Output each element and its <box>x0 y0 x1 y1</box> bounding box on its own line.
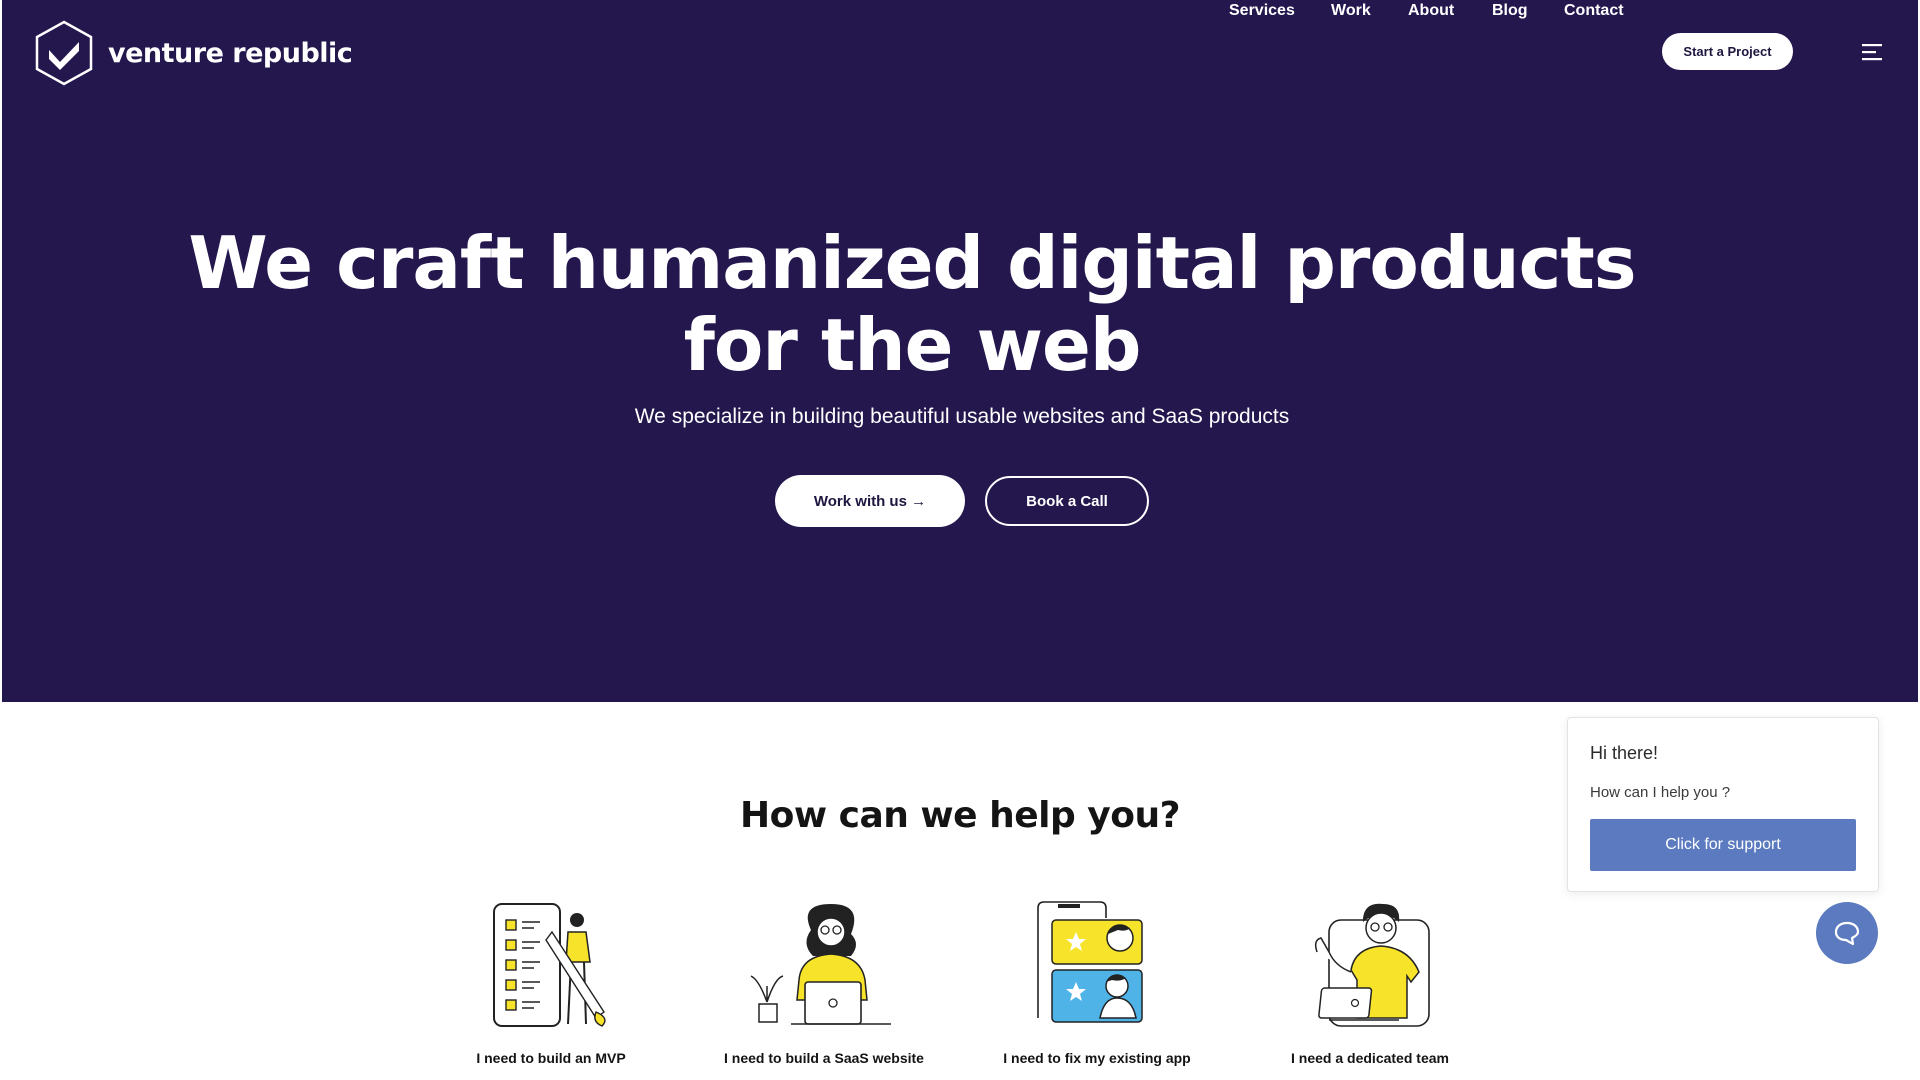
nav-blog[interactable]: Blog <box>1492 2 1528 20</box>
nav-about[interactable]: About <box>1408 2 1454 20</box>
hero-title: We craft humanized digital products for … <box>2 222 1822 386</box>
nav-services[interactable]: Services <box>1229 2 1295 20</box>
help-card-dedicated-team[interactable]: I need a dedicated team <box>1240 900 1500 1066</box>
nav-contact[interactable]: Contact <box>1564 2 1624 20</box>
help-card-label: I need to fix my existing app <box>1003 1050 1191 1066</box>
help-card-label: I need to build an MVP <box>476 1050 626 1066</box>
chat-greeting: Hi there! <box>1590 743 1659 763</box>
hamburger-icon[interactable] <box>1860 42 1884 62</box>
hero-section: venture republic Services Work About Blo… <box>2 0 1918 702</box>
review-stars-illustration-icon <box>1037 901 1143 1023</box>
start-project-button[interactable]: Start a Project <box>1662 33 1793 70</box>
chat-question: How can I help you ? <box>1590 784 1731 801</box>
laptop-woman-illustration-icon <box>750 904 891 1025</box>
team-member-illustration-icon <box>1314 903 1430 1027</box>
brand-name: venture republic <box>108 37 353 69</box>
hero-subtitle: We specialize in building beautiful usab… <box>634 405 1290 428</box>
chat-popup: Hi there! How can I help you ? Click for… <box>1567 717 1879 892</box>
chat-bubble-icon <box>1834 921 1860 946</box>
work-with-us-button[interactable]: Work with us → <box>775 475 965 527</box>
help-card-fix-app[interactable]: I need to fix my existing app <box>967 900 1227 1066</box>
book-a-call-button[interactable]: Book a Call <box>985 476 1149 526</box>
help-card-mvp[interactable]: I need to build an MVP <box>421 900 681 1066</box>
mvp-illustration-icon <box>493 903 606 1027</box>
help-card-label: I need to build a SaaS website <box>724 1050 924 1066</box>
help-card-saas[interactable]: I need to build a SaaS website <box>694 900 954 1066</box>
help-card-label: I need a dedicated team <box>1291 1050 1449 1066</box>
click-for-support-button[interactable]: Click for support <box>1590 819 1856 871</box>
hero-title-line-1: We craft humanized digital products <box>188 221 1636 305</box>
hero-title-line-2: for the web <box>683 303 1142 387</box>
nav-work[interactable]: Work <box>1331 2 1371 20</box>
chat-launcher-button[interactable] <box>1816 902 1878 964</box>
logo-icon <box>35 20 93 86</box>
brand-logo[interactable]: venture republic <box>34 20 353 86</box>
